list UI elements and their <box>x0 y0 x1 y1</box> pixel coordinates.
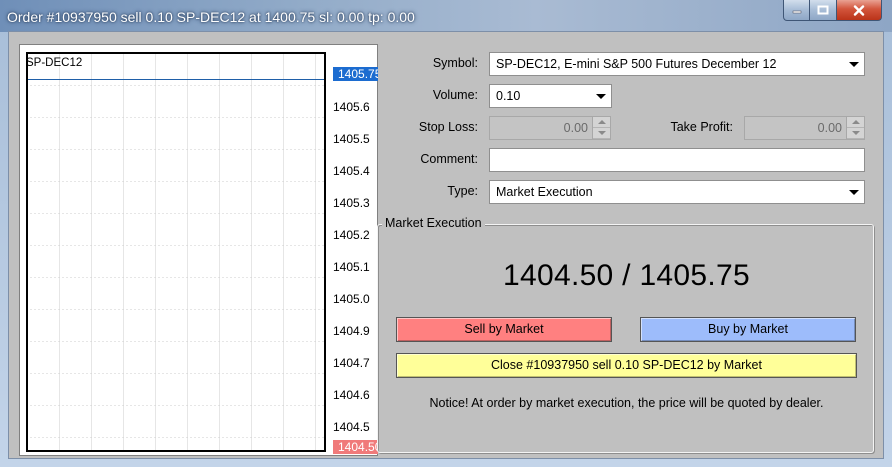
spin-up-icon[interactable] <box>847 117 864 128</box>
title-bar[interactable]: Order #10937950 sell 0.10 SP-DEC12 at 14… <box>0 0 892 32</box>
volume-select-value: 0.10 <box>496 89 521 103</box>
sell-by-market-button[interactable]: Sell by Market <box>396 317 612 342</box>
volume-select[interactable]: 0.10 <box>489 84 612 108</box>
bid-price-tag: 1404.50 <box>333 440 378 454</box>
group-title: Market Execution <box>382 216 485 230</box>
take-profit-stepper[interactable] <box>846 117 864 139</box>
chart-plot-area <box>26 52 326 452</box>
type-label: Type: <box>447 184 478 198</box>
axis-tick-label: 1405.4 <box>333 164 378 178</box>
market-execution-group: Market Execution 1404.50 / 1405.75 Sell … <box>377 216 874 453</box>
chart-symbol-label: SP-DEC12 <box>26 57 83 69</box>
axis-tick-label: 1404.5 <box>333 420 378 434</box>
price-axis: 1405.75 1405.6 1405.5 1405.4 1405.3 1405… <box>333 45 378 455</box>
spin-up-icon[interactable] <box>593 117 610 128</box>
volume-label: Volume: <box>432 88 478 102</box>
axis-tick-label: 1405.3 <box>333 196 378 210</box>
stop-loss-value: 0.00 <box>563 121 588 135</box>
close-button[interactable] <box>837 0 882 21</box>
stop-loss-stepper[interactable] <box>592 117 610 139</box>
stop-loss-field[interactable]: 0.00 <box>489 116 611 140</box>
window-title: Order #10937950 sell 0.10 SP-DEC12 at 14… <box>7 9 415 25</box>
axis-tick-label: 1405.0 <box>333 292 378 306</box>
axis-tick-label: 1405.1 <box>333 260 378 274</box>
maximize-button[interactable] <box>810 0 837 21</box>
axis-tick-label: 1405.6 <box>333 100 378 114</box>
axis-tick-label: 1404.6 <box>333 388 378 402</box>
maximize-icon <box>817 5 829 15</box>
order-type-value: Market Execution <box>496 185 593 199</box>
spin-down-icon[interactable] <box>847 128 864 139</box>
ask-price-tag: 1405.75 <box>333 67 378 81</box>
chevron-down-icon <box>849 190 859 195</box>
axis-tick-label: 1405.2 <box>333 228 378 242</box>
spin-down-icon[interactable] <box>593 128 610 139</box>
bid-ask-quote: 1404.50 / 1405.75 <box>503 259 750 292</box>
minimize-icon <box>792 10 801 14</box>
buy-by-market-button[interactable]: Buy by Market <box>640 317 856 342</box>
take-profit-value: 0.00 <box>817 121 842 135</box>
tick-chart: SP-DEC12 1405.75 1405.6 1405.5 1405.4 14… <box>19 44 378 456</box>
chevron-down-icon <box>849 62 859 67</box>
dialog-body: SP-DEC12 1405.75 1405.6 1405.5 1405.4 14… <box>8 31 884 459</box>
take-profit-label: Take Profit: <box>670 120 733 134</box>
axis-tick-label: 1404.9 <box>333 324 378 338</box>
ask-price-line <box>28 79 324 80</box>
dealer-notice: Notice! At order by market execution, th… <box>429 396 824 410</box>
comment-label: Comment: <box>420 152 478 166</box>
minimize-button[interactable] <box>783 0 810 21</box>
chevron-down-icon <box>596 94 606 99</box>
order-dialog: Order #10937950 sell 0.10 SP-DEC12 at 14… <box>0 0 892 467</box>
take-profit-field[interactable]: 0.00 <box>744 116 865 140</box>
window-controls <box>783 0 882 22</box>
symbol-label: Symbol: <box>432 56 478 70</box>
comment-input[interactable] <box>489 148 865 172</box>
axis-tick-label: 1405.5 <box>333 132 378 146</box>
symbol-select[interactable]: SP-DEC12, E-mini S&P 500 Futures Decembe… <box>489 52 865 76</box>
axis-tick-label: 1404.7 <box>333 356 378 370</box>
stop-loss-label: Stop Loss: <box>418 120 478 134</box>
close-order-button[interactable]: Close #10937950 sell 0.10 SP-DEC12 by Ma… <box>396 353 857 378</box>
symbol-select-value: SP-DEC12, E-mini S&P 500 Futures Decembe… <box>496 57 777 71</box>
order-type-select[interactable]: Market Execution <box>489 180 865 204</box>
close-icon <box>853 4 865 16</box>
